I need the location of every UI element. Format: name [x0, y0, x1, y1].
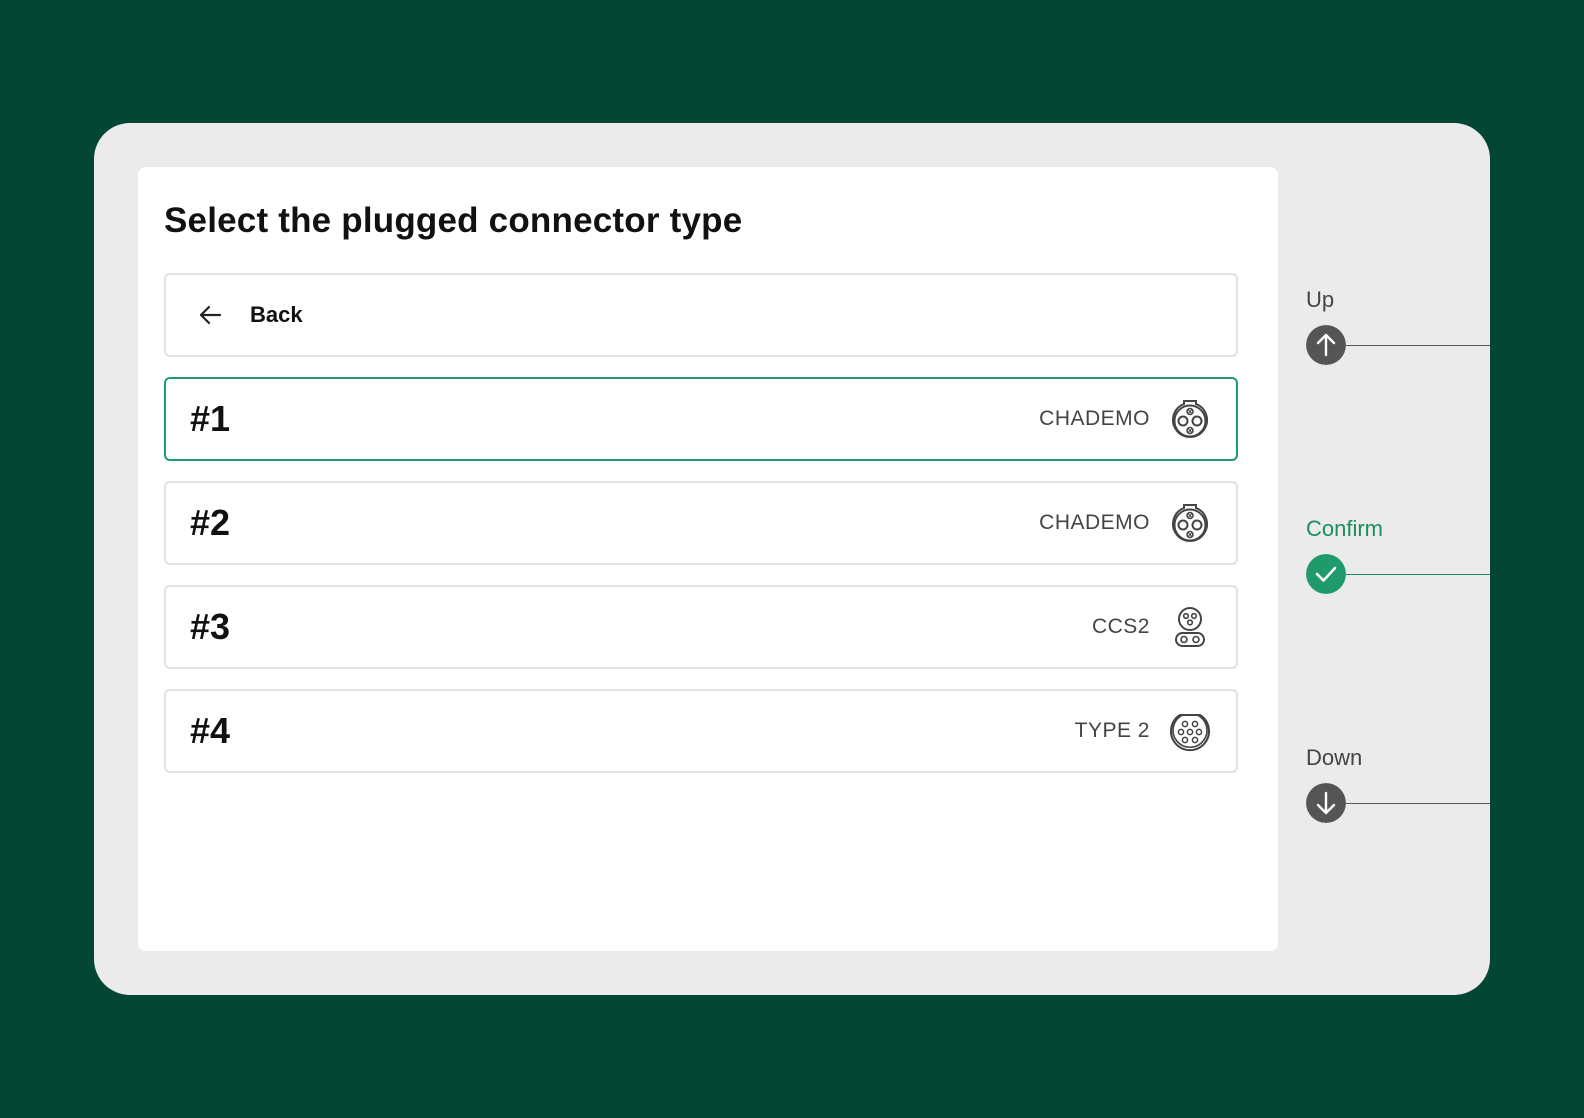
back-button-label: Back [250, 302, 303, 327]
connector-option-1[interactable]: #1 CHADEMO [164, 377, 1238, 461]
connector-number: #1 [190, 398, 231, 439]
charger-device-frame: Select the plugged connector type Back #… [94, 123, 1490, 995]
confirm-button[interactable] [1306, 554, 1346, 594]
chademo-connector-icon [1172, 504, 1208, 542]
confirm-control-label: Confirm [1306, 516, 1384, 541]
down-control-label: Down [1306, 745, 1363, 770]
up-control-label: Up [1306, 287, 1335, 312]
ccs2-connector-icon [1175, 607, 1205, 647]
charger-screen: Select the plugged connector type Back #… [138, 167, 1278, 951]
connector-option-4[interactable]: #4 TYPE 2 [164, 689, 1238, 773]
arrow-left-icon [199, 305, 222, 325]
connector-number: #3 [190, 606, 231, 647]
connector-number: #4 [190, 710, 231, 751]
connector-option-3[interactable]: #3 CCS2 [164, 585, 1238, 669]
connector-type: CHADEMO [1039, 511, 1150, 534]
down-button-line [1346, 803, 1490, 804]
type2-connector-icon [1170, 714, 1210, 752]
down-button[interactable] [1306, 783, 1346, 823]
chademo-connector-icon [1172, 400, 1208, 438]
connector-option-2[interactable]: #2 CHADEMO [164, 481, 1238, 565]
connector-number: #2 [190, 502, 231, 543]
page-title: Select the plugged connector type [164, 201, 743, 240]
up-button[interactable] [1306, 325, 1346, 365]
up-button-line [1346, 345, 1490, 346]
confirm-button-line [1346, 574, 1490, 575]
connector-type: CHADEMO [1039, 407, 1150, 430]
connector-type: TYPE 2 [1074, 719, 1150, 742]
connector-type: CCS2 [1091, 615, 1150, 638]
back-button[interactable]: Back [164, 273, 1238, 357]
